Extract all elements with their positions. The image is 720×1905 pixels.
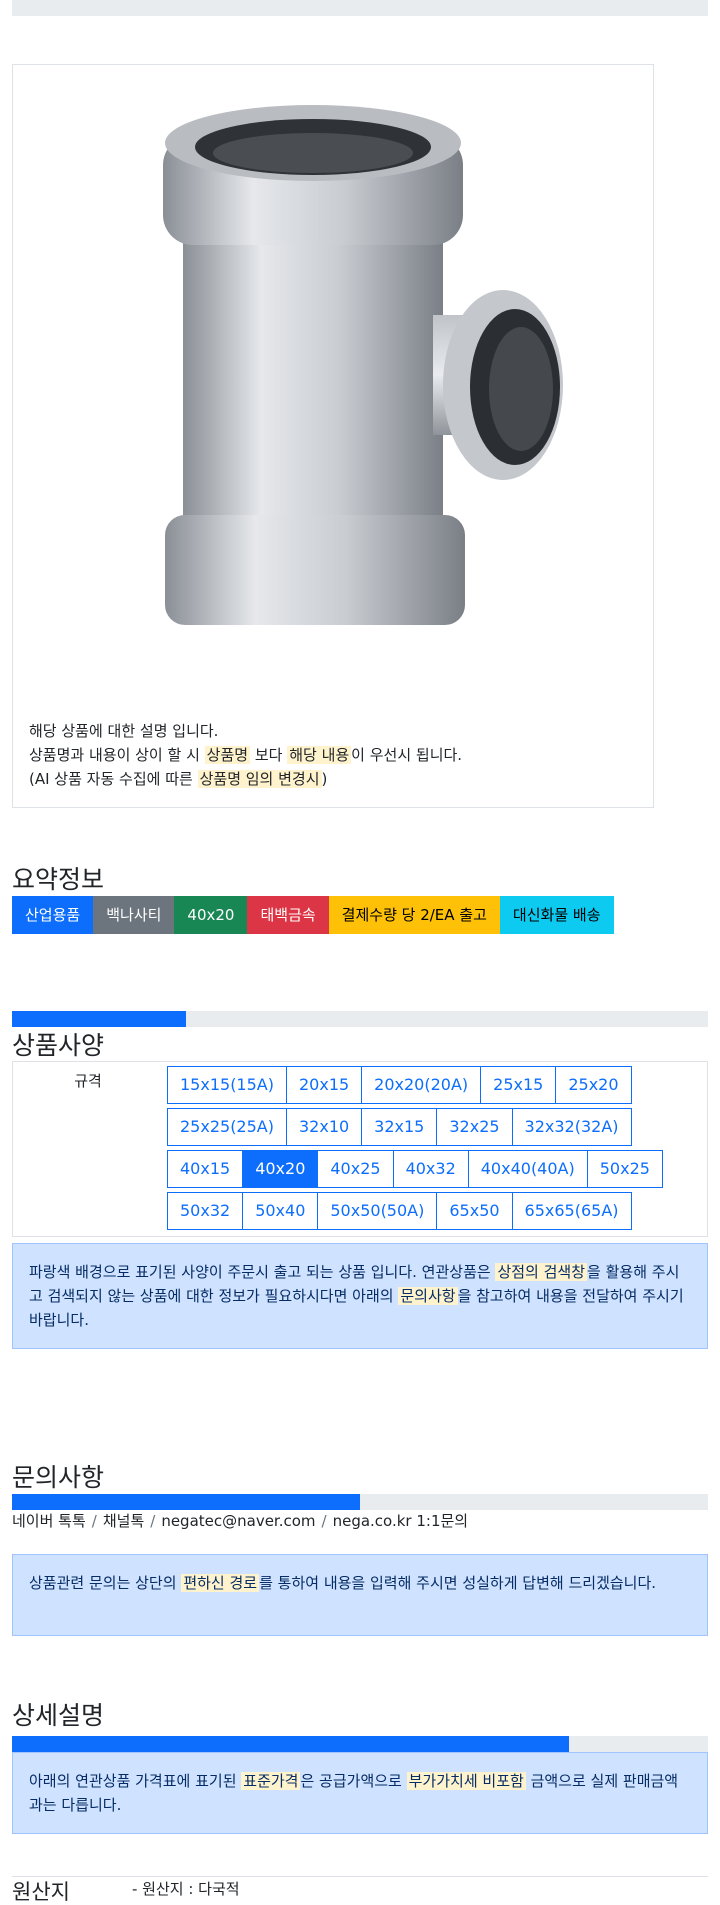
spec-option-button[interactable]: 25x15: [480, 1066, 557, 1104]
product-description: 해당 상품에 대한 설명 입니다. 상품명과 내용이 상이 할 시 상품명 보다…: [29, 719, 462, 791]
highlight-inquiry: 문의사항: [398, 1287, 458, 1305]
summary-tag: 태백금속: [247, 896, 329, 934]
notice-text: 은 공급가액으로: [300, 1772, 407, 1790]
reducing-tee-fitting-image: [163, 105, 563, 625]
desc-text: 이 우선시 됩니다.: [351, 746, 463, 764]
notice-text: 를 통하여 내용을 입력해 주시면 성실하게 답변해 드리겠습니다.: [259, 1574, 657, 1592]
origin-value: - 원산지 : 다국적: [132, 1880, 240, 1898]
link-separator: /: [321, 1512, 327, 1530]
spec-option-button[interactable]: 50x50(50A): [317, 1192, 438, 1230]
highlight-route: 편하신 경로: [181, 1574, 260, 1592]
notice-text: 파랑색 배경으로 표기된 사양이 주문시 출고 되는 상품 입니다. 연관상품은: [29, 1263, 496, 1281]
contact-links: 네이버 톡톡 / 채널톡 / negatec@naver.com / nega.co.kr …: [12, 1510, 468, 1531]
summary-tag: 산업용품: [12, 896, 94, 934]
spec-notice: 파랑색 배경으로 표기된 사양이 주문시 출고 되는 상품 입니다. 연관상품은…: [12, 1243, 708, 1349]
summary-tag: 백나사티: [93, 896, 175, 934]
spec-option-row: 25x25(25A) 32x10 32x15 32x25 32x32(32A): [167, 1108, 707, 1146]
spec-option-button[interactable]: 50x32: [167, 1192, 244, 1230]
spec-option-button[interactable]: 32x32(32A): [511, 1108, 632, 1146]
origin-label: 원산지: [12, 1880, 70, 1904]
detail-progress-bar: [12, 1736, 708, 1752]
spec-title: 상품사양: [12, 1031, 105, 1060]
link-separator: /: [150, 1512, 156, 1530]
spec-option-button[interactable]: 40x40(40A): [467, 1150, 588, 1188]
spec-option-button[interactable]: 50x40: [242, 1192, 319, 1230]
spec-option-button[interactable]: 20x15: [285, 1066, 363, 1104]
highlight-name-change: 상품명 임의 변경시: [197, 770, 322, 788]
desc-text: 상품명과 내용이 상이 할 시: [29, 746, 205, 764]
spec-option-button[interactable]: 40x25: [317, 1150, 394, 1188]
description-line-3: (AI 상품 자동 수집에 따른 상품명 임의 변경시): [29, 767, 462, 791]
description-line-1: 해당 상품에 대한 설명 입니다.: [29, 722, 219, 740]
desc-text: ): [321, 770, 328, 788]
summary-title: 요약정보: [12, 865, 105, 894]
detail-progress-fill: [12, 1736, 569, 1752]
contact-link[interactable]: 네이버 톡톡: [12, 1512, 86, 1530]
contact-link[interactable]: nega.co.kr 1:1문의: [333, 1512, 469, 1530]
contact-link[interactable]: 채널톡: [103, 1512, 144, 1530]
desc-text: 보다: [250, 746, 288, 764]
contact-link[interactable]: negatec@naver.com: [161, 1512, 315, 1530]
spec-option-button[interactable]: 32x15: [361, 1108, 438, 1146]
spec-options-grid: 15x15(15A) 20x15 20x20(20A) 25x15 25x20 25x25…: [167, 1066, 707, 1234]
notice-text: 상품관련 문의는 상단의: [29, 1574, 182, 1592]
spec-option-button[interactable]: 50x25: [586, 1150, 663, 1188]
spec-progress-fill: [12, 1011, 186, 1027]
spec-option-row: 40x15 40x20 40x25 40x32 40x40(40A) 50x25: [167, 1150, 707, 1188]
detail-notice: 아래의 연관상품 가격표에 표기된 표준가격 은 공급가액으로 부가가치세 비포함…: [12, 1752, 708, 1834]
spec-option-button[interactable]: 20x20(20A): [361, 1066, 482, 1104]
spec-table: 규격 15x15(15A) 20x15 20x20(20A) 25x15 25x20 25…: [12, 1061, 708, 1237]
highlight-content: 해당 내용: [287, 746, 352, 764]
spec-option-button[interactable]: 32x10: [285, 1108, 363, 1146]
inquiry-notice: 상품관련 문의는 상단의 편하신 경로 를 통하여 내용을 입력해 주시면 성실하…: [12, 1554, 708, 1636]
top-divider-bar: [12, 0, 708, 16]
spec-option-button[interactable]: 65x65(65A): [511, 1192, 632, 1230]
notice-text: 아래의 연관상품 가격표에 표기된: [29, 1772, 242, 1790]
highlight-search: 상점의 검색창: [495, 1263, 588, 1281]
summary-tag: 대신화물 배송: [499, 896, 614, 934]
summary-tags: 산업용품 백나사티 40x20 태백금속 결제수량 당 2/EA 출고 대신화물 배송: [12, 896, 614, 934]
summary-tag: 40x20: [174, 896, 248, 934]
highlight-product-name: 상품명: [204, 746, 251, 764]
product-image-card: 해당 상품에 대한 설명 입니다. 상품명과 내용이 상이 할 시 상품명 보다…: [12, 64, 654, 808]
spec-option-row: 50x32 50x40 50x50(50A) 65x50 65x65(65A): [167, 1192, 707, 1230]
spec-option-button[interactable]: 40x20: [242, 1150, 319, 1188]
summary-tag: 결제수량 당 2/EA 출고: [328, 896, 500, 934]
spec-option-button[interactable]: 32x25: [436, 1108, 513, 1146]
spec-option-button[interactable]: 25x25(25A): [167, 1108, 287, 1146]
inquiry-title: 문의사항: [12, 1463, 105, 1492]
spec-option-button[interactable]: 40x32: [392, 1150, 469, 1188]
description-line-2: 상품명과 내용이 상이 할 시 상품명 보다 해당 내용 이 우선시 됩니다.: [29, 743, 462, 767]
spec-option-row: 15x15(15A) 20x15 20x20(20A) 25x15 25x20: [167, 1066, 707, 1104]
spec-option-button[interactable]: 65x50: [436, 1192, 513, 1230]
desc-text: (AI 상품 자동 수집에 따른: [29, 770, 198, 788]
link-separator: /: [91, 1512, 97, 1530]
spec-option-button[interactable]: 25x20: [555, 1066, 632, 1104]
spec-option-button[interactable]: 15x15(15A): [167, 1066, 287, 1104]
highlight-vat: 부가가치세 비포함: [406, 1772, 526, 1790]
inquiry-progress-fill: [12, 1494, 360, 1510]
detail-title: 상세설명: [12, 1701, 105, 1730]
spec-progress-bar: [12, 1011, 708, 1027]
highlight-standard-price: 표준가격: [241, 1772, 301, 1790]
spec-label-size: 규격: [74, 1072, 102, 1090]
spec-option-button[interactable]: 40x15: [167, 1150, 244, 1188]
origin-divider: [12, 1876, 708, 1877]
inquiry-progress-bar: [12, 1494, 708, 1510]
